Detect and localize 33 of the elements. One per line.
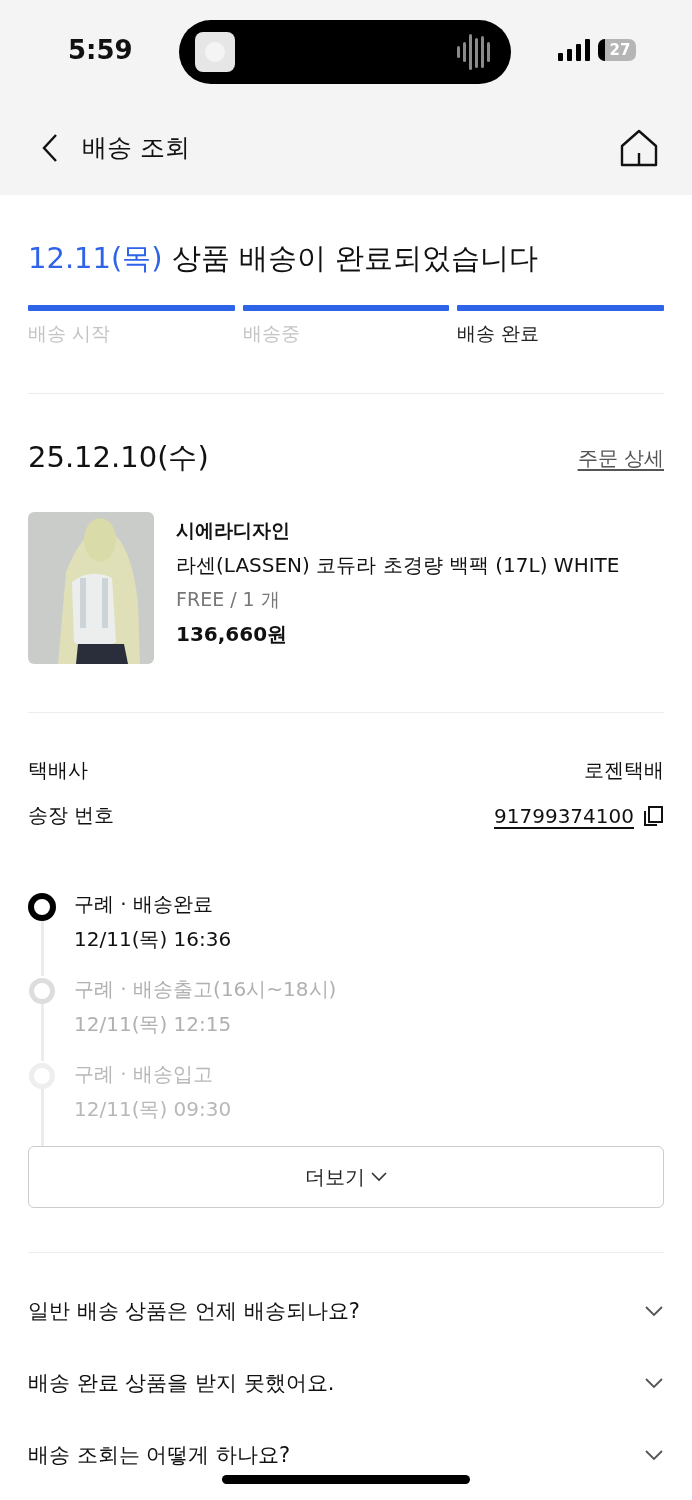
chevron-down-icon <box>371 1172 387 1182</box>
status-time: 5:59 <box>68 35 133 65</box>
faq-item[interactable]: 일반 배송 상품은 언제 배송되나요? <box>28 1275 664 1347</box>
product-option: FREE / 1 개 <box>176 587 620 613</box>
brand-name: 시에라디자인 <box>176 518 291 543</box>
step-label: 배송 완료 <box>457 321 541 346</box>
delivery-status-title: 12.11(목) 상품 배송이 완료되었습니다 <box>28 240 540 277</box>
app-thumbnail-icon <box>195 32 236 72</box>
tracking-time: 12/11(목) 16:36 <box>74 926 232 953</box>
order-date: 25.12.10(수) <box>28 439 209 476</box>
step-label: 배송중 <box>242 321 301 346</box>
home-icon[interactable] <box>620 128 658 167</box>
more-button[interactable]: 더보기 <box>28 1146 664 1208</box>
carrier-name: 로젠택배 <box>584 757 664 784</box>
tracking-time: 12/11(목) 12:15 <box>74 1011 233 1038</box>
order-detail-link[interactable]: 주문 상세 <box>577 444 664 472</box>
step-label: 배송 시작 <box>28 321 112 346</box>
signal-icon <box>558 39 590 61</box>
copy-icon[interactable] <box>642 804 664 827</box>
page-title: 배송 조회 <box>82 132 191 164</box>
product-name: 라센(LASSEN) 코듀라 초경량 백팩 (17L) WHITE <box>176 552 620 579</box>
product-price: 136,660원 <box>176 621 289 648</box>
tracking-time: 12/11(목) 09:30 <box>74 1096 232 1123</box>
faq-item[interactable]: 배송 완료 상품을 받지 못했어요. <box>28 1347 664 1419</box>
battery-icon: 27 <box>598 39 636 61</box>
carrier-label: 택배사 <box>28 757 88 784</box>
invoice-label: 송장 번호 <box>28 802 115 829</box>
faq-item[interactable]: 배송 조회는 어떻게 하나요? <box>28 1419 664 1491</box>
invoice-number-link[interactable]: 91799374100 <box>494 803 634 828</box>
tracking-status: 구례 · 배송출고(16시~18시) <box>74 976 337 1003</box>
tracking-status: 구례 · 배송입고 <box>74 1061 215 1088</box>
tracking-status: 구례 · 배송완료 <box>74 891 215 918</box>
back-icon[interactable] <box>40 132 60 163</box>
